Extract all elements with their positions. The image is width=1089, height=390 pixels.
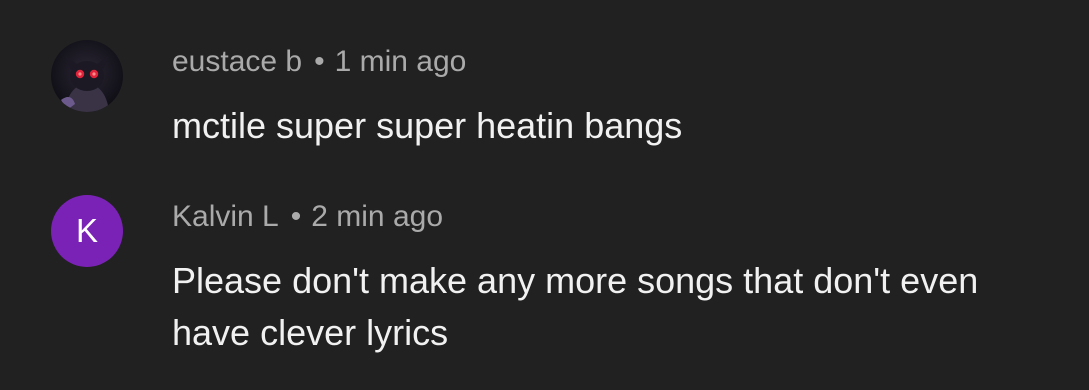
comment-text: Please don't make any more songs that do… [172, 260, 979, 353]
author-name[interactable]: eustace b [172, 45, 302, 78]
comment-header: eustace b • 1 min ago [172, 44, 466, 80]
avatar-letter: K [75, 212, 98, 249]
timestamp[interactable]: 1 min ago [335, 45, 467, 78]
avatar[interactable] [51, 40, 123, 112]
dark-character-avatar-icon [51, 40, 123, 112]
separator-dot: • [290, 200, 302, 233]
comment-text: mctile super super heatin bangs [172, 105, 683, 146]
timestamp[interactable]: 2 min ago [311, 200, 443, 233]
comment-header: Kalvin L • 2 min ago [172, 199, 443, 235]
separator-dot: • [314, 45, 325, 78]
avatar[interactable]: K [51, 195, 123, 267]
author-name[interactable]: Kalvin L [172, 200, 279, 233]
